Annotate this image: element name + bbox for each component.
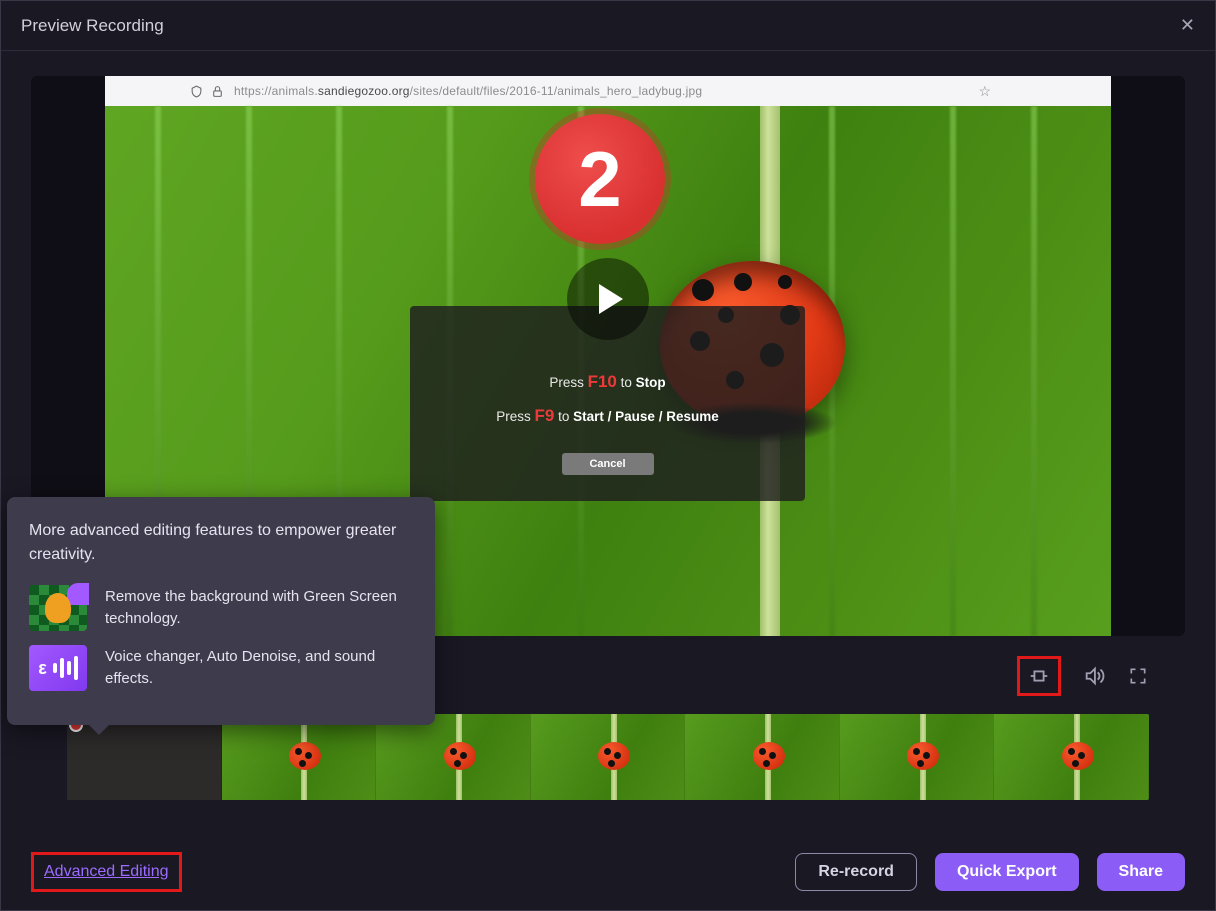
countdown-number: 2 [578,134,621,225]
countdown-badge: 2 [535,114,665,244]
footer-bar: Advanced Editing Re-record Quick Export … [1,852,1215,892]
share-button[interactable]: Share [1097,853,1185,891]
timeline-thumb[interactable] [531,714,686,800]
recording-hotkeys-overlay: Press F10 to Stop Press F9 to Start / Pa… [410,306,805,501]
timeline-thumb[interactable] [222,714,377,800]
bookmark-star-icon: ☆ [978,83,991,100]
footer-buttons: Re-record Quick Export Share [795,853,1185,891]
green-screen-icon [29,585,87,631]
highlight-advanced-editing: Advanced Editing [31,852,182,892]
tooltip-feature-row: ε Voice changer, Auto Denoise, and sound… [29,645,413,691]
titlebar: Preview Recording ✕ [1,1,1215,51]
close-icon[interactable]: ✕ [1180,15,1195,36]
tooltip-heading: More advanced editing features to empowe… [29,519,413,567]
timeline-thumb[interactable] [994,714,1149,800]
shield-icon [190,85,203,98]
browser-url: https://animals.sandiegozoo.org/sites/de… [234,84,702,98]
play-icon [599,284,623,314]
tooltip-feature-text: Voice changer, Auto Denoise, and sound e… [105,646,413,691]
browser-security-icons [190,85,224,98]
overlay-cancel-button[interactable]: Cancel [562,453,654,475]
preview-recording-window: Preview Recording ✕ https://animals.sand… [0,0,1216,911]
voice-effects-icon: ε [29,645,87,691]
tooltip-feature-row: Remove the background with Green Screen … [29,585,413,631]
timeline-thumbnails[interactable] [67,714,1149,800]
url-domain: sandiegozoo.org [318,84,410,98]
hotkey-f9: F9 [535,406,555,425]
window-title: Preview Recording [21,16,164,36]
rerecord-button[interactable]: Re-record [795,853,917,891]
hotkey-instructions: Press F10 to Stop Press F9 to Start / Pa… [496,366,718,433]
advanced-editing-tooltip: More advanced editing features to empowe… [7,497,435,725]
recorded-browser-bar: https://animals.sandiegozoo.org/sites/de… [105,76,1111,106]
content-area: https://animals.sandiegozoo.org/sites/de… [1,51,1215,800]
url-prefix: https://animals. [234,84,318,98]
timeline-thumb[interactable] [840,714,995,800]
lock-icon [211,85,224,98]
fullscreen-icon[interactable] [1127,665,1149,687]
tooltip-feature-text: Remove the background with Green Screen … [105,586,413,631]
highlight-crop-button [1017,656,1061,696]
play-button[interactable] [567,258,649,340]
crop-icon[interactable] [1028,665,1050,687]
hotkey-f10: F10 [588,372,617,391]
timeline-thumb[interactable] [685,714,840,800]
advanced-editing-link[interactable]: Advanced Editing [44,863,169,880]
volume-icon[interactable] [1083,665,1105,687]
quick-export-button[interactable]: Quick Export [935,853,1079,891]
timeline-thumb[interactable] [376,714,531,800]
url-path: /sites/default/files/2016-11/animals_her… [410,84,703,98]
